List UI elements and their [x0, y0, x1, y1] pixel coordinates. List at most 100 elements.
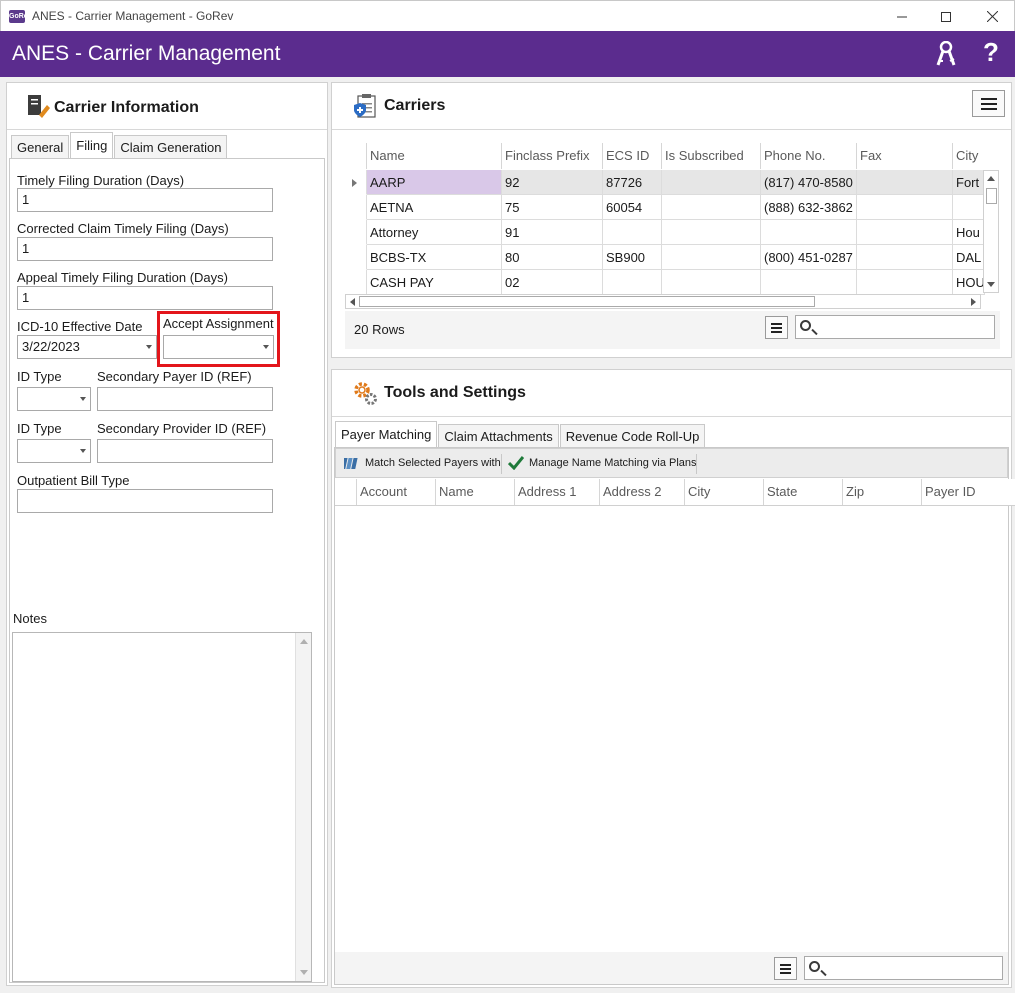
cell-city[interactable]: Fort — [953, 170, 985, 195]
cell-phone[interactable]: (888) 632-3862 — [761, 195, 857, 220]
column-header-finclass[interactable]: Finclass Prefix — [502, 143, 603, 169]
column-header-state[interactable]: State — [764, 479, 843, 505]
manage-name-matching-button[interactable]: Manage Name Matching via Plans — [508, 456, 697, 470]
cell-prefix[interactable]: 80 — [502, 245, 603, 270]
appeal-filing-input[interactable]: 1 — [17, 286, 273, 310]
cell-city[interactable]: DAL — [953, 245, 985, 270]
accept-assignment-select[interactable] — [163, 335, 274, 359]
cell-phone[interactable] — [761, 270, 857, 295]
grid-options-button[interactable] — [765, 316, 788, 339]
chevron-down-icon[interactable] — [263, 345, 269, 349]
match-selected-payers-button[interactable]: Match Selected Payers with — [344, 456, 501, 470]
payer-search-input[interactable] — [804, 956, 1003, 980]
column-header-address1[interactable]: Address 1 — [515, 479, 600, 505]
help-icon[interactable]: ? — [983, 37, 999, 68]
cell-prefix[interactable]: 91 — [502, 220, 603, 245]
chevron-down-icon[interactable] — [80, 449, 86, 453]
cell-prefix[interactable]: 75 — [502, 195, 603, 220]
cell-city[interactable]: HOU — [953, 270, 985, 295]
scroll-right-icon[interactable] — [971, 298, 977, 306]
table-row[interactable]: AETNA 75 60054 (888) 632-3862 — [345, 195, 985, 220]
outpatient-bill-type-input[interactable] — [17, 489, 273, 513]
carriers-horizontal-scrollbar[interactable] — [345, 294, 981, 309]
table-row[interactable]: AARP 92 87726 (817) 470-8580 Fort — [345, 170, 985, 195]
scroll-thumb[interactable] — [359, 296, 815, 307]
keys-icon[interactable] — [934, 41, 958, 67]
cell-city[interactable] — [953, 195, 985, 220]
column-header-subscribed[interactable]: Is Subscribed — [662, 143, 761, 169]
tab-general[interactable]: General — [11, 135, 70, 158]
column-header-address2[interactable]: Address 2 — [600, 479, 685, 505]
column-header-fax[interactable]: Fax — [857, 143, 953, 169]
cell-fax[interactable] — [857, 195, 953, 220]
secondary-payer-input[interactable] — [97, 387, 273, 411]
column-header-payer-id[interactable]: Payer ID — [922, 479, 1015, 505]
cell-fax[interactable] — [857, 270, 953, 295]
id-type-select[interactable] — [17, 387, 91, 411]
cell-subscribed[interactable] — [662, 170, 761, 195]
secondary-provider-input[interactable] — [97, 439, 273, 463]
maximize-button[interactable] — [923, 1, 969, 32]
scroll-down-icon[interactable] — [987, 282, 995, 288]
cell-phone[interactable]: (817) 470-8580 — [761, 170, 857, 195]
table-row[interactable]: Attorney 91 Hou — [345, 220, 985, 245]
column-header-city[interactable]: City — [685, 479, 764, 505]
cell-ecs-id[interactable]: 60054 — [603, 195, 662, 220]
cell-name[interactable]: CASH PAY — [367, 270, 502, 295]
table-row[interactable]: CASH PAY 02 HOU — [345, 270, 985, 295]
carriers-vertical-scrollbar[interactable] — [983, 170, 999, 293]
carriers-menu-button[interactable] — [972, 90, 1005, 117]
cell-prefix[interactable]: 02 — [502, 270, 603, 295]
cell-prefix[interactable]: 92 — [502, 170, 603, 195]
column-header-account[interactable]: Account — [357, 479, 436, 505]
notes-textarea[interactable] — [12, 632, 312, 982]
tab-payer-matching[interactable]: Payer Matching — [335, 421, 438, 447]
column-header-zip[interactable]: Zip — [843, 479, 922, 505]
cell-subscribed[interactable] — [662, 195, 761, 220]
corrected-claim-input[interactable]: 1 — [17, 237, 273, 261]
icd10-date-picker[interactable]: 3/22/2023 — [17, 335, 157, 359]
cell-subscribed[interactable] — [662, 270, 761, 295]
scroll-thumb[interactable] — [986, 188, 997, 204]
carriers-panel: Carriers Name Finclass Prefix ECS ID Is … — [331, 82, 1012, 358]
cell-fax[interactable] — [857, 170, 953, 195]
cell-name[interactable]: AETNA — [367, 195, 502, 220]
cell-ecs-id[interactable] — [603, 270, 662, 295]
chevron-down-icon[interactable] — [146, 345, 152, 349]
column-header-phone[interactable]: Phone No. — [761, 143, 857, 169]
tab-claim-attachments[interactable]: Claim Attachments — [438, 424, 559, 447]
column-header-ecs-id[interactable]: ECS ID — [603, 143, 662, 169]
tab-filing[interactable]: Filing — [70, 132, 114, 158]
cell-subscribed[interactable] — [662, 245, 761, 270]
carriers-search-input[interactable] — [795, 315, 995, 339]
close-button[interactable] — [969, 1, 1015, 32]
cell-fax[interactable] — [857, 245, 953, 270]
cell-ecs-id[interactable]: SB900 — [603, 245, 662, 270]
cell-phone[interactable] — [761, 220, 857, 245]
cell-phone[interactable]: (800) 451-0287 — [761, 245, 857, 270]
cell-ecs-id[interactable]: 87726 — [603, 170, 662, 195]
timely-filing-input[interactable]: 1 — [17, 188, 273, 212]
column-header-name[interactable]: Name — [436, 479, 515, 505]
column-header-city[interactable]: City — [953, 143, 985, 169]
notes-scrollbar[interactable] — [295, 633, 311, 981]
id-type-select-2[interactable] — [17, 439, 91, 463]
cell-fax[interactable] — [857, 220, 953, 245]
tab-claim-generation[interactable]: Claim Generation — [114, 135, 228, 158]
column-header-name[interactable]: Name — [367, 143, 502, 169]
table-row[interactable]: BCBS-TX 80 SB900 (800) 451-0287 DAL — [345, 245, 985, 270]
scroll-down-icon[interactable] — [300, 970, 308, 976]
chevron-down-icon[interactable] — [80, 397, 86, 401]
scroll-left-icon[interactable] — [349, 298, 355, 306]
scroll-up-icon[interactable] — [300, 638, 308, 644]
cell-name[interactable]: BCBS-TX — [367, 245, 502, 270]
minimize-button[interactable] — [879, 1, 925, 32]
cell-subscribed[interactable] — [662, 220, 761, 245]
tab-revenue-code-rollup[interactable]: Revenue Code Roll-Up — [559, 424, 706, 447]
grid-options-button[interactable] — [774, 957, 797, 980]
cell-name[interactable]: AARP — [367, 170, 502, 195]
scroll-up-icon[interactable] — [987, 175, 995, 181]
cell-ecs-id[interactable] — [603, 220, 662, 245]
cell-city[interactable]: Hou — [953, 220, 985, 245]
cell-name[interactable]: Attorney — [367, 220, 502, 245]
